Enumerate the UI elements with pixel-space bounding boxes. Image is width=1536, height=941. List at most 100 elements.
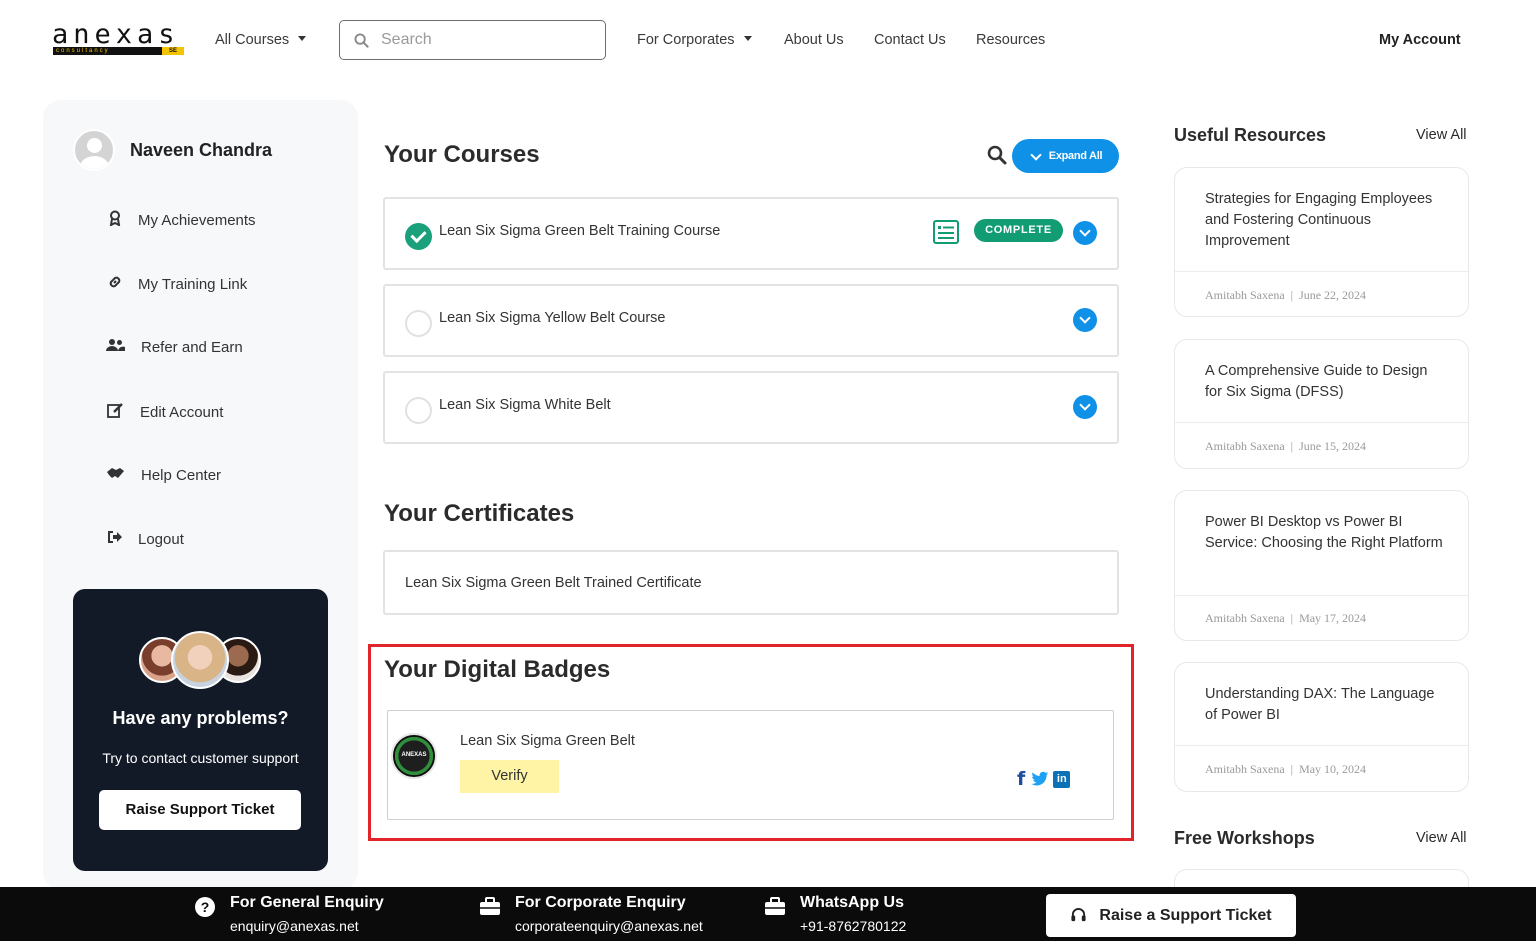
- your-courses-title: Your Courses: [384, 141, 540, 168]
- divider: [1175, 422, 1468, 423]
- resource-author: Amitabh Saxena: [1205, 439, 1285, 453]
- for-corporates-dropdown[interactable]: For Corporates: [637, 32, 752, 48]
- certificate-row[interactable]: Lean Six Sigma Green Belt Trained Certif…: [383, 550, 1119, 615]
- top-header: anexas consultancy SE All Courses For Co…: [0, 0, 1536, 82]
- resource-title: Power BI Desktop vs Power BI Service: Ch…: [1205, 514, 1443, 551]
- resources-view-all-link[interactable]: View All: [1416, 127, 1467, 143]
- question-circle-icon: ?: [195, 897, 215, 917]
- search-icon[interactable]: [987, 145, 1007, 165]
- course-row[interactable]: Lean Six Sigma White Belt: [383, 371, 1119, 444]
- avatar: [171, 631, 229, 689]
- whatsapp-title: WhatsApp Us: [800, 894, 904, 911]
- workshops-view-all-link[interactable]: View All: [1416, 830, 1467, 846]
- resource-author: Amitabh Saxena: [1205, 288, 1285, 302]
- seal-text: ANEXAS: [401, 752, 427, 758]
- certificate-icon[interactable]: [933, 220, 959, 244]
- resource-title: Strategies for Engaging Employees and Fo…: [1205, 191, 1433, 249]
- sidebar-item-help-center[interactable]: Help Center: [105, 466, 221, 484]
- course-title: Lean Six Sigma White Belt: [439, 397, 611, 413]
- resource-meta: Amitabh Saxena | June 22, 2024: [1205, 288, 1367, 302]
- award-icon: [105, 210, 125, 230]
- badge-seal-icon: ANEXAS: [391, 733, 437, 779]
- caret-down-icon: [743, 35, 752, 41]
- verify-button[interactable]: Verify: [460, 760, 559, 793]
- resource-card[interactable]: A Comprehensive Guide to Design for Six …: [1174, 339, 1469, 469]
- sidebar-item-refer-and-earn[interactable]: Refer and Earn: [105, 338, 243, 356]
- search-box[interactable]: [339, 20, 606, 60]
- sidebar-item-label: Help Center: [141, 466, 222, 484]
- divider: [1175, 745, 1468, 746]
- sidebar-item-logout[interactable]: Logout: [105, 530, 184, 548]
- corporate-enquiry-email[interactable]: corporateenquiry@anexas.net: [515, 918, 703, 934]
- svg-text:?: ?: [201, 899, 210, 915]
- raise-a-support-ticket-button[interactable]: Raise a Support Ticket: [1046, 894, 1296, 937]
- chevron-down-icon[interactable]: [1073, 221, 1097, 245]
- support-title: Have any problems?: [112, 708, 289, 728]
- your-certificates-title: Your Certificates: [384, 500, 575, 527]
- briefcase-icon: [480, 897, 500, 915]
- sidebar-item-label: Edit Account: [140, 403, 224, 421]
- sidebar-item-edit-account[interactable]: Edit Account: [105, 402, 223, 422]
- logo-tagline: consultancy: [56, 48, 110, 54]
- resource-date: May 17, 2024: [1299, 611, 1367, 625]
- account-sidebar: Naveen Chandra My Achievements My Traini…: [43, 100, 358, 890]
- raise-a-support-ticket-label: Raise a Support Ticket: [1099, 906, 1272, 924]
- my-account-link[interactable]: My Account: [1379, 32, 1461, 48]
- logo-wordmark: anexas: [52, 19, 180, 50]
- briefcase-icon: [765, 897, 785, 915]
- chevron-down-icon[interactable]: [1073, 308, 1097, 332]
- empty-circle-icon: [405, 310, 432, 337]
- facebook-icon[interactable]: f: [1017, 770, 1025, 789]
- sidebar-item-label: Logout: [138, 530, 184, 548]
- sidebar-item-my-achievements[interactable]: My Achievements: [105, 210, 256, 230]
- expand-all-button[interactable]: Expand All: [1012, 139, 1119, 173]
- all-courses-label: All Courses: [215, 32, 290, 48]
- resource-meta: Amitabh Saxena | June 15, 2024: [1205, 439, 1367, 453]
- logout-icon: [105, 530, 125, 548]
- raise-support-ticket-button[interactable]: Raise Support Ticket: [99, 790, 301, 830]
- caret-down-icon: [298, 35, 307, 41]
- course-title: Lean Six Sigma Green Belt Training Cours…: [439, 223, 721, 239]
- resource-card[interactable]: Strategies for Engaging Employees and Fo…: [1174, 167, 1469, 317]
- search-icon: [354, 32, 369, 48]
- nav-resources[interactable]: Resources: [976, 32, 1045, 48]
- resource-meta: Amitabh Saxena | May 10, 2024: [1205, 762, 1367, 776]
- resource-date: May 10, 2024: [1299, 762, 1367, 776]
- divider: [1175, 595, 1468, 596]
- headset-icon: [1071, 908, 1086, 922]
- support-card: Have any problems? Try to contact custom…: [73, 589, 328, 871]
- all-courses-dropdown[interactable]: All Courses: [215, 32, 307, 48]
- nav-about-us[interactable]: About Us: [784, 32, 844, 48]
- resource-title: Understanding DAX: The Language of Power…: [1205, 686, 1435, 723]
- resource-meta: Amitabh Saxena | May 17, 2024: [1205, 611, 1367, 625]
- contact-footer: ? For General Enquiry enquiry@anexas.net…: [0, 887, 1536, 941]
- sidebar-item-label: My Achievements: [138, 211, 256, 229]
- anexas-logo[interactable]: anexas consultancy SE: [52, 19, 186, 56]
- search-input[interactable]: [381, 31, 581, 49]
- linkedin-icon[interactable]: in: [1053, 770, 1071, 788]
- course-row[interactable]: Lean Six Sigma Yellow Belt Course: [383, 284, 1119, 357]
- sidebar-item-my-training-link[interactable]: My Training Link: [105, 274, 247, 294]
- resource-author: Amitabh Saxena: [1205, 611, 1285, 625]
- nav-contact-us[interactable]: Contact Us: [874, 32, 946, 48]
- corporate-enquiry-title: For Corporate Enquiry: [515, 894, 686, 911]
- status-badge: COMPLETE: [974, 219, 1063, 242]
- free-workshops-title: Free Workshops: [1174, 828, 1315, 848]
- for-corporates-label: For Corporates: [637, 32, 735, 48]
- avatar: [73, 129, 115, 171]
- resource-card[interactable]: Understanding DAX: The Language of Power…: [1174, 662, 1469, 792]
- twitter-icon[interactable]: [1031, 771, 1049, 787]
- resource-author: Amitabh Saxena: [1205, 762, 1285, 776]
- course-row[interactable]: Lean Six Sigma Green Belt Training Cours…: [383, 197, 1119, 270]
- link-icon: [105, 274, 125, 294]
- resource-card[interactable]: Power BI Desktop vs Power BI Service: Ch…: [1174, 490, 1469, 641]
- course-title: Lean Six Sigma Yellow Belt Course: [439, 310, 666, 326]
- chevron-down-icon[interactable]: [1073, 395, 1097, 419]
- general-enquiry-title: For General Enquiry: [230, 894, 384, 911]
- general-enquiry-email[interactable]: enquiry@anexas.net: [230, 918, 359, 934]
- whatsapp-number[interactable]: +91-8762780122: [800, 918, 906, 934]
- expand-all-label: Expand All: [1048, 150, 1103, 162]
- logo-suffix: SE: [162, 47, 184, 55]
- edit-icon: [105, 402, 125, 422]
- handshake-icon: [105, 466, 125, 484]
